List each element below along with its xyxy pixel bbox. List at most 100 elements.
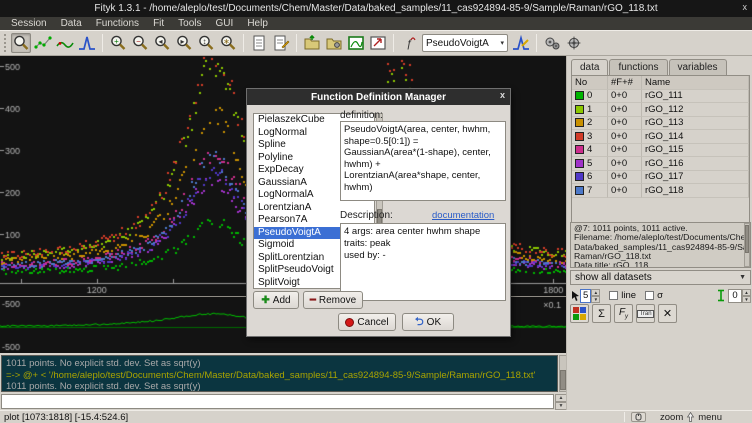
dataset-filter-select[interactable]: show all datasets ▼: [570, 270, 751, 285]
remove-button-label: Remove: [319, 295, 356, 306]
title-bar[interactable]: Fityk 1.3.1 - /home/aleplo/test/Document…: [0, 0, 752, 17]
table-row[interactable]: 00+0rGO_111: [572, 90, 749, 104]
table-row[interactable]: 70+0rGO_118: [572, 184, 749, 198]
zoom-in-icon[interactable]: +: [108, 33, 128, 53]
description-label: Description:: [340, 210, 393, 221]
dialog-close-icon[interactable]: x: [500, 90, 505, 100]
point-size-spin-arrows[interactable]: ▲▼: [591, 289, 600, 303]
table-row[interactable]: 60+0rGO_117: [572, 171, 749, 185]
status-menu-label: menu: [698, 412, 722, 423]
menu-help[interactable]: Help: [240, 18, 275, 29]
remove-button[interactable]: ━ Remove: [303, 291, 363, 309]
tab-functions[interactable]: functions: [609, 59, 667, 75]
dialog-title-bar[interactable]: Function Definition Manager x: [247, 89, 510, 105]
color-palette-button[interactable]: [570, 304, 589, 323]
table-row[interactable]: 40+0rGO_115: [572, 144, 749, 158]
shift-spinner[interactable]: 0: [728, 289, 742, 303]
tab-data[interactable]: data: [571, 59, 608, 76]
function-type-icon[interactable]: ƒ: [399, 33, 419, 53]
baseline-mode-icon[interactable]: [55, 33, 75, 53]
data-range-mode-icon[interactable]: [33, 33, 53, 53]
add-peak-mode-icon[interactable]: [77, 33, 97, 53]
dataset-color-swatch[interactable]: [575, 186, 584, 195]
menu-functions[interactable]: Functions: [89, 18, 146, 29]
dataset-color-swatch[interactable]: [575, 132, 584, 141]
table-row[interactable]: 50+0rGO_116: [572, 157, 749, 171]
menu-gui[interactable]: GUI: [209, 18, 241, 29]
chevron-down-icon: ▼: [739, 274, 746, 281]
column-header[interactable]: #F+#: [608, 76, 642, 90]
fit-run-icon[interactable]: [542, 33, 562, 53]
close-panel-button[interactable]: ✕: [658, 304, 677, 323]
column-header[interactable]: No: [572, 76, 608, 90]
dataset-table: No#F+#Name00+0rGO_11110+0rGO_11220+0rGO_…: [571, 75, 750, 237]
info-scrollbar[interactable]: [744, 223, 750, 267]
zoom-all-icon[interactable]: ∗: [218, 33, 238, 53]
dataset-color-swatch[interactable]: [575, 145, 584, 154]
dataset-color-swatch[interactable]: [575, 159, 584, 168]
add-function-icon[interactable]: [511, 33, 531, 53]
ok-button[interactable]: ⮌ OK: [402, 313, 454, 331]
dataset-func-count: 0+0: [608, 130, 642, 144]
info-scrollbar-thumb[interactable]: [745, 225, 749, 253]
output-log-icon[interactable]: [271, 33, 291, 53]
mouse-config-button[interactable]: [631, 412, 646, 422]
fit-settings-icon[interactable]: [564, 33, 584, 53]
menu-fit[interactable]: Fit: [146, 18, 171, 29]
menu-session[interactable]: Session: [4, 18, 54, 29]
definition-textbox[interactable]: PseudoVoigtA(area, center, hwhm, shape=0…: [340, 121, 506, 201]
sum-toggle-button[interactable]: Σ: [592, 304, 611, 323]
save-session-icon[interactable]: [368, 33, 388, 53]
table-row[interactable]: 30+0rGO_114: [572, 130, 749, 144]
tab-variables[interactable]: variables: [669, 59, 727, 75]
status-separator: [624, 412, 625, 422]
mouse-icon: [635, 413, 642, 421]
zoom-out-icon[interactable]: −: [130, 33, 150, 53]
dataset-color-swatch[interactable]: [575, 91, 584, 100]
dataset-filter-value: show all datasets: [575, 272, 652, 283]
shift-spin-arrows[interactable]: ▲▼: [742, 289, 751, 303]
cancel-button[interactable]: Cancel: [338, 313, 396, 331]
dataset-func-count: 0+0: [608, 184, 642, 198]
function-type-select[interactable]: PseudoVoigtA▾: [422, 34, 508, 52]
load-data-icon[interactable]: [302, 33, 322, 53]
point-size-spinner[interactable]: 5: [580, 289, 591, 303]
cancel-icon: [345, 318, 354, 327]
menu-bar: SessionDataFunctionsFitToolsGUIHelp: [0, 17, 752, 30]
sigma-checkbox[interactable]: [645, 291, 654, 300]
documentation-link[interactable]: documentation: [432, 210, 494, 221]
zoom-prev-icon[interactable]: ◂: [152, 33, 172, 53]
dataset-name: rGO_117: [642, 171, 749, 185]
edit-script-icon[interactable]: [249, 33, 269, 53]
dataset-color-swatch[interactable]: [575, 172, 584, 181]
dataset-name: rGO_111: [642, 90, 749, 104]
sidebar: datafunctionsvariables No#F+#Name00+0rGO…: [569, 56, 752, 410]
column-header[interactable]: Name: [642, 76, 749, 90]
chevron-down-icon: ▾: [500, 39, 504, 47]
table-row[interactable]: 10+0rGO_112: [572, 103, 749, 117]
save-image-icon[interactable]: [346, 33, 366, 53]
menu-tools[interactable]: Tools: [171, 18, 208, 29]
svg-text:▸: ▸: [180, 37, 184, 46]
dataset-func-count: 0+0: [608, 171, 642, 185]
minus-icon: ━: [310, 295, 316, 306]
dataset-color-swatch[interactable]: [575, 118, 584, 127]
menu-data[interactable]: Data: [54, 18, 89, 29]
command-input[interactable]: [1, 394, 554, 409]
cancel-button-label: Cancel: [357, 317, 388, 328]
window-close-icon[interactable]: x: [743, 2, 748, 12]
point-size-icon: [570, 290, 580, 302]
console-line-command: =-> @+ < '/home/aleplo/test/Documents/Ch…: [6, 370, 553, 382]
table-row[interactable]: 20+0rGO_113: [572, 117, 749, 131]
toolbar-grip[interactable]: [4, 34, 7, 52]
dataset-func-count: 0+0: [608, 144, 642, 158]
function-labels-button[interactable]: Fy: [614, 304, 633, 323]
zoom-next-icon[interactable]: ▸: [174, 33, 194, 53]
zoom-mode-icon[interactable]: [11, 33, 31, 53]
transform-data-button[interactable]: Tran: [636, 304, 655, 323]
dataset-color-swatch[interactable]: [575, 105, 584, 114]
add-button[interactable]: ✚ Add: [253, 291, 299, 309]
zoom-vert-icon[interactable]: ↕: [196, 33, 216, 53]
execute-script-icon[interactable]: [324, 33, 344, 53]
line-checkbox[interactable]: [609, 291, 618, 300]
